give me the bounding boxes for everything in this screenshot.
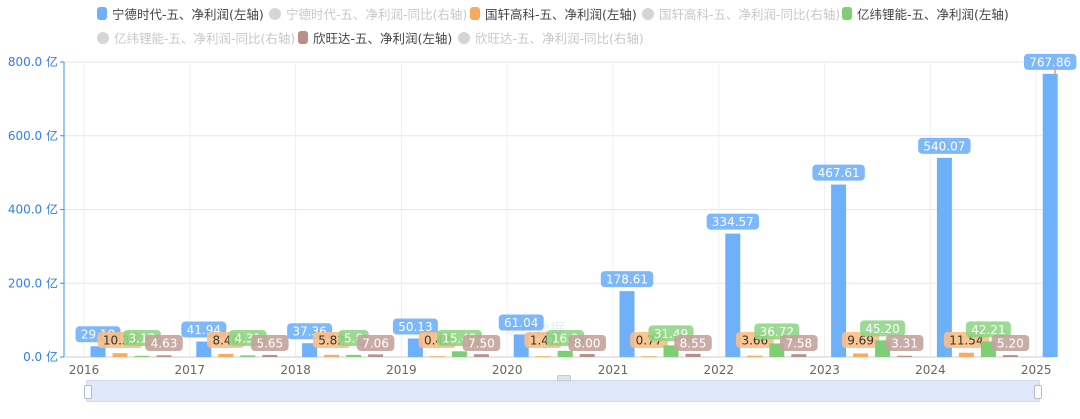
data-label: 4.63 [151,337,178,351]
bar[interactable] [897,355,913,357]
bar-chart: 0.0 亿 200.0 亿 400.0 亿 600.0 亿 800.0 亿 2016 201… [8,53,1077,377]
data-label: 334.57 [712,215,754,229]
data-label: 7.58 [785,337,812,351]
bar[interactable] [1002,355,1018,357]
data-zoom-right-handle[interactable] [1034,385,1042,399]
x-tick-label: 2024 [915,363,946,377]
bar[interactable] [368,354,384,357]
bar[interactable] [346,354,362,357]
bar[interactable] [134,355,150,357]
data-label: 5.20 [997,337,1024,351]
y-tick-label: 0.0 亿 [23,349,58,364]
x-tick-label: 2021 [598,363,629,377]
bar[interactable] [853,353,869,357]
data-label: 178.61 [606,273,648,287]
bar[interactable] [557,350,573,357]
data-label: 3.31 [891,337,918,351]
bar[interactable] [112,353,128,357]
data-zoom-left-handle[interactable] [84,385,92,399]
watermark: 财经数据 [505,320,566,338]
data-zoom-grip[interactable] [557,375,571,381]
x-tick-label: 2016 [69,363,100,377]
bar[interactable] [958,352,974,357]
data-label: 7.50 [468,337,495,351]
x-tick-label: 2022 [704,363,735,377]
x-tick-label: 2018 [280,363,311,377]
y-tick-label: 600.0 亿 [8,128,58,143]
data-label: 7.06 [362,337,389,351]
y-tick-label: 800.0 亿 [8,54,58,69]
data-zoom-slider[interactable] [84,375,1042,402]
data-label: 42.21 [971,323,1005,337]
data-label: 5.65 [256,337,283,351]
data-zoom-range[interactable] [87,381,1039,401]
bar[interactable] [685,353,701,357]
data-label: 45.20 [865,322,899,336]
data-label: 540.07 [923,139,965,153]
x-tick-label: 2020 [492,363,523,377]
y-tick-label: 200.0 亿 [8,275,58,290]
x-tick-label: 2025 [1021,363,1052,377]
bar[interactable] [936,157,952,357]
bar[interactable] [473,354,489,357]
y-tick-label: 400.0 亿 [8,202,58,217]
bar[interactable] [1042,73,1058,357]
data-label: 467.61 [818,166,860,180]
bar[interactable] [641,356,657,357]
data-label: 50.13 [398,320,432,334]
bar[interactable] [240,355,256,357]
bar[interactable] [831,184,847,357]
bar[interactable] [747,355,763,357]
bar[interactable] [324,354,340,357]
bar[interactable] [535,356,551,357]
bar[interactable] [156,355,172,357]
x-tick-label: 2023 [809,363,840,377]
bar[interactable] [262,354,278,357]
data-label: 8.00 [574,337,601,351]
x-tick-label: 2019 [386,363,417,377]
data-label: 8.55 [680,337,707,351]
bar[interactable] [429,356,445,357]
bar[interactable] [451,351,467,357]
bar[interactable] [579,354,595,357]
bar[interactable] [218,353,234,357]
x-tick-label: 2017 [175,363,206,377]
bar[interactable] [791,354,807,357]
data-label: 767.86 [1029,55,1071,69]
